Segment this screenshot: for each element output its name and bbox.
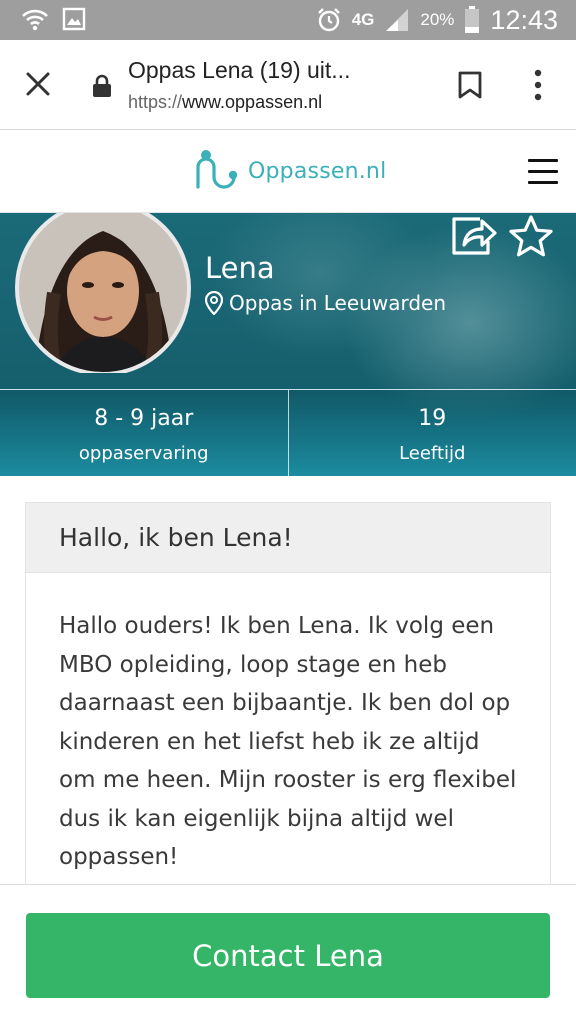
site-header: Oppassen.nl	[0, 131, 576, 213]
location-pin-icon	[205, 291, 223, 315]
stat-age: 19 Leeftijd	[287, 390, 576, 476]
hamburger-line	[528, 170, 558, 173]
close-icon[interactable]	[22, 68, 54, 100]
bottom-action-bar: Contact Lena	[0, 884, 576, 1024]
alarm-icon	[317, 8, 340, 32]
stat-experience: 8 - 9 jaar oppaservaring	[0, 390, 288, 476]
stat-value: 8 - 9 jaar	[94, 406, 194, 431]
about-card: Hallo, ik ben Lena! Hallo ouders! Ik ben…	[25, 502, 551, 902]
profile-stats: 8 - 9 jaar oppaservaring 19 Leeftijd	[0, 389, 576, 476]
stat-value: 19	[418, 406, 447, 431]
battery-icon	[465, 6, 480, 33]
overflow-menu-icon[interactable]	[526, 68, 550, 102]
battery-percent: 20%	[420, 10, 455, 29]
image-icon	[62, 7, 86, 31]
wifi-icon	[22, 9, 48, 31]
url-domain: www.oppassen.nl	[182, 92, 323, 112]
signal-icon	[386, 9, 409, 31]
lock-icon[interactable]	[92, 74, 112, 98]
logo-icon	[196, 150, 238, 189]
share-icon[interactable]	[450, 215, 498, 257]
status-left-icons	[22, 7, 86, 31]
hamburger-menu-icon[interactable]	[528, 159, 558, 185]
logo-text: Oppassen.nl	[248, 158, 387, 184]
profile-name: Lena	[205, 251, 275, 285]
star-icon[interactable]	[508, 214, 554, 258]
browser-toolbar: Oppas Lena (19) uit... https://www.oppas…	[0, 40, 576, 130]
profile-photo	[15, 213, 191, 373]
profile-hero: Lena Oppas in Leeuwarden 8 - 9 jaar oppa…	[0, 213, 576, 476]
about-card-header: Hallo, ik ben Lena!	[26, 503, 550, 573]
page-title: Oppas Lena (19) uit...	[128, 57, 351, 83]
url-scheme: https://	[128, 92, 183, 112]
url-bar[interactable]: https://www.oppassen.nl	[128, 92, 322, 113]
hamburger-line	[528, 181, 558, 184]
profile-location: Oppas in Leeuwarden	[205, 291, 446, 315]
location-text: Oppas in Leeuwarden	[229, 291, 446, 315]
status-bar: 4G 20% 12:43	[0, 0, 576, 40]
clock: 12:43	[490, 4, 558, 35]
hamburger-line	[528, 159, 558, 162]
about-text: Hallo ouders! Ik ben Lena. Ik volg een M…	[59, 613, 517, 870]
site-logo[interactable]: Oppassen.nl	[194, 149, 386, 193]
contact-button[interactable]: Contact Lena	[26, 913, 550, 998]
status-right-icons: 4G 20% 12:43	[316, 4, 558, 36]
bookmark-icon[interactable]	[456, 70, 484, 100]
stat-label: oppaservaring	[78, 443, 209, 464]
network-type: 4G	[351, 10, 375, 29]
stat-label: Leeftijd	[399, 443, 466, 464]
about-title: Hallo, ik ben Lena!	[59, 523, 293, 552]
